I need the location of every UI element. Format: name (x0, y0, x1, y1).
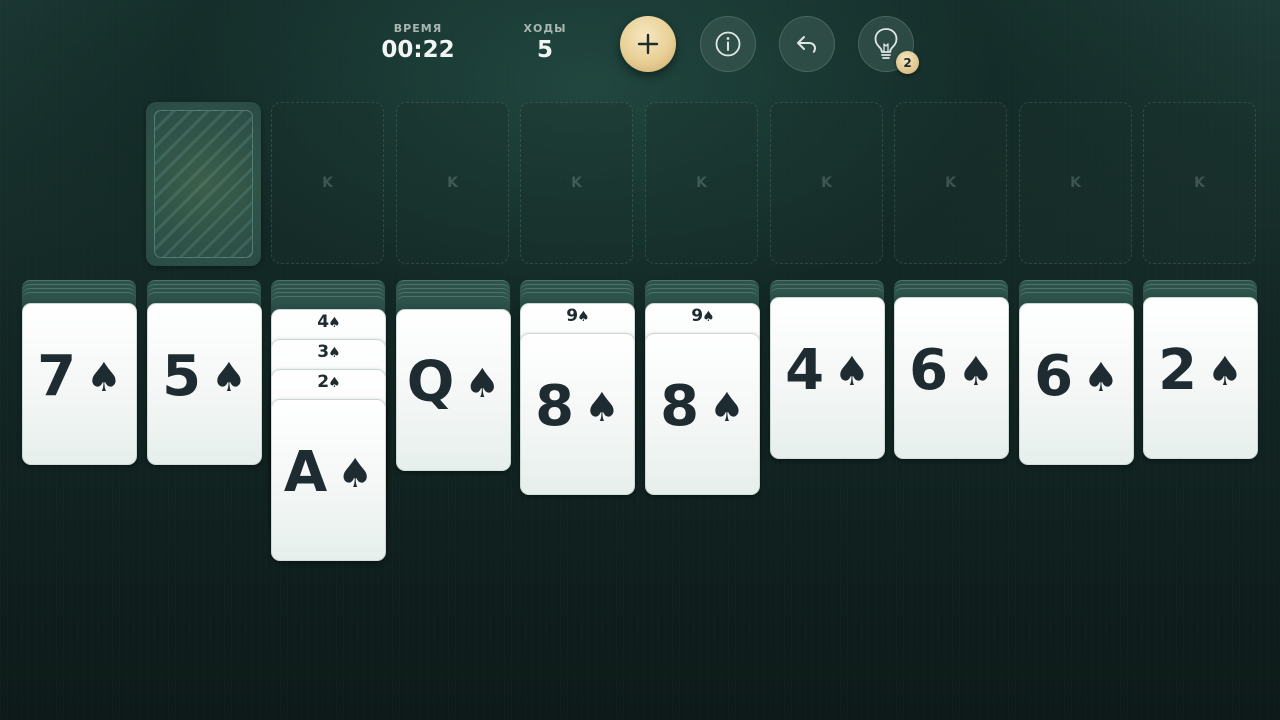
foundation-slot[interactable]: K (1143, 102, 1256, 264)
timer-value: 00:22 (381, 37, 455, 63)
card-suit-icon: ♠ (211, 355, 247, 401)
card-rank: 2 (1158, 338, 1198, 403)
card-rank: 9 (566, 306, 578, 326)
foundation-slot[interactable]: K (1019, 102, 1132, 264)
foundation-slot-label: K (696, 175, 707, 191)
card-face: 6 ♠ (1020, 344, 1133, 409)
undo-button[interactable] (779, 16, 835, 72)
card-face: 6 ♠ (895, 338, 1008, 403)
card-rank: 8 (660, 374, 700, 439)
card-rank: 6 (1034, 344, 1074, 409)
playing-card[interactable]: 7 ♠ (22, 303, 137, 465)
foundation-slot[interactable]: K (770, 102, 883, 264)
moves-counter: ХОДЫ 5 (515, 22, 575, 63)
playing-card[interactable]: 6 ♠ (894, 297, 1009, 459)
foundation-slot-label: K (447, 175, 458, 191)
card-corner-index: 9♠ (521, 306, 634, 326)
new-game-button[interactable] (620, 16, 676, 72)
card-rank: 4 (317, 312, 329, 332)
card-rank: 6 (909, 338, 949, 403)
foundation-slot[interactable]: K (271, 102, 384, 264)
hint-count-badge: 2 (896, 51, 919, 74)
card-suit-icon: ♠ (577, 309, 590, 325)
card-rank: 9 (691, 306, 703, 326)
tableau-column: 6 ♠ (894, 280, 1009, 570)
card-suit-icon: ♠ (702, 309, 715, 325)
playing-card[interactable]: 5 ♠ (147, 303, 262, 465)
foundation-slot-label: K (945, 175, 956, 191)
playing-card[interactable]: 2♠ (1143, 297, 1258, 459)
tableau-column: 2 ♠ (1143, 280, 1258, 570)
card-corner-index: 3♠ (272, 342, 385, 362)
foundation-slot[interactable]: K (396, 102, 509, 264)
card-rank: Q (406, 350, 455, 415)
card-rank: A (283, 440, 328, 505)
playing-card[interactable]: 4♠ (770, 297, 885, 459)
foundation-slot-label: K (322, 175, 333, 191)
card-corner-index: 4♠ (272, 312, 385, 332)
card-face: 8 ♠ (646, 374, 759, 439)
card-suit-icon: ♠ (328, 315, 341, 331)
moves-label: ХОДЫ (523, 22, 567, 35)
card-suit-icon: ♠ (834, 349, 870, 395)
moves-value: 5 (536, 37, 553, 63)
card-rank: 2 (317, 372, 329, 392)
playing-card[interactable]: 8 ♠ (645, 333, 760, 495)
tableau-column: 4♠ 3♠ 2♠ A ♠ (271, 280, 386, 570)
foundation-slot-label: K (1194, 175, 1205, 191)
card-face: 8 ♠ (521, 374, 634, 439)
foundation-slot-label: K (821, 175, 832, 191)
info-icon (715, 31, 741, 57)
tableau-column: 9♠ 8 ♠ (645, 280, 760, 570)
playing-card[interactable]: 8 ♠ (520, 333, 635, 495)
card-face: 5 ♠ (148, 344, 261, 409)
tableau-column: 6 ♠ (1019, 280, 1134, 570)
card-face: Q ♠ (397, 350, 510, 415)
foundation-slot-label: K (571, 175, 582, 191)
playing-card[interactable]: Q ♠ (396, 309, 511, 471)
card-suit-icon: ♠ (958, 349, 994, 395)
card-suit-icon: ♠ (328, 375, 341, 391)
card-suit-icon: ♠ (86, 355, 122, 401)
card-suit-icon: ♠ (337, 451, 374, 497)
tableau-column: 9♠ 8 ♠ (520, 280, 635, 570)
card-face: 2 ♠ (1144, 338, 1257, 403)
timer-label: ВРЕМЯ (393, 22, 443, 35)
playing-card[interactable]: A ♠ (271, 399, 386, 561)
card-corner-index: 9♠ (646, 306, 759, 326)
foundation-slot[interactable]: K (520, 102, 633, 264)
undo-arrow-icon (797, 36, 817, 53)
card-suit-icon: ♠ (464, 361, 501, 407)
foundation-slot[interactable]: K (645, 102, 758, 264)
card-rank: 8 (535, 374, 575, 439)
tableau-column: 7 ♠ (22, 280, 137, 570)
playing-card[interactable]: 6 ♠ (1019, 303, 1134, 465)
plus-icon (637, 33, 659, 55)
foundation-slot[interactable]: K (894, 102, 1007, 264)
card-corner-index: 2♠ (272, 372, 385, 392)
tableau-column: 4 ♠ (770, 280, 885, 570)
tableau-column: Q ♠ (396, 280, 511, 570)
card-suit-icon: ♠ (584, 385, 620, 431)
card-suit-icon: ♠ (709, 385, 745, 431)
foundation-slot-label: K (1070, 175, 1081, 191)
card-rank: 7 (37, 344, 77, 409)
card-back-pattern (154, 110, 253, 258)
hint-button[interactable]: 2 (858, 16, 919, 74)
card-suit-icon: ♠ (1207, 349, 1243, 395)
tableau-column: 5 ♠ (147, 280, 262, 570)
card-suit-icon: ♠ (328, 345, 341, 361)
card-suit-icon: ♠ (1083, 355, 1119, 401)
card-rank: 5 (162, 344, 202, 409)
card-face: 4 ♠ (771, 338, 884, 403)
card-rank: 4 (785, 338, 825, 403)
info-button[interactable] (700, 16, 756, 72)
card-face: 7 ♠ (23, 344, 136, 409)
card-face: A ♠ (272, 440, 385, 505)
timer: ВРЕМЯ 00:22 (378, 22, 458, 63)
stock-pile[interactable] (146, 102, 261, 266)
card-rank: 3 (317, 342, 329, 362)
